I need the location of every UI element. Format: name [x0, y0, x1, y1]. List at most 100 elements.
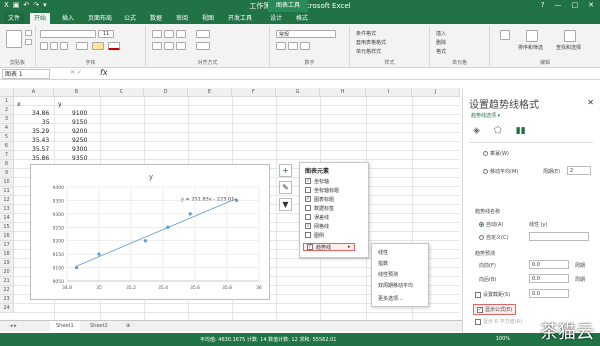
column-header[interactable]: J: [412, 88, 460, 97]
checkbox[interactable]: [305, 214, 311, 220]
align-left-icon[interactable]: [152, 42, 162, 50]
submenu-item-more-options[interactable]: 更多选项...: [378, 295, 403, 302]
find-select-label[interactable]: 查找和选择: [556, 44, 581, 51]
cell-a1[interactable]: x: [17, 101, 21, 108]
fx-icon[interactable]: fx: [100, 68, 108, 77]
tab-file[interactable]: 文件: [4, 13, 25, 24]
close-button[interactable]: ✕: [588, 1, 594, 9]
row-header[interactable]: 11: [0, 187, 14, 196]
row-header[interactable]: 6: [0, 142, 14, 151]
tab-developer[interactable]: 开发工具: [224, 13, 256, 24]
checkbox[interactable]: [475, 318, 481, 325]
new-sheet-icon[interactable]: ⊕: [120, 321, 136, 331]
sheet-tab-sheet2[interactable]: Sheet2: [84, 321, 114, 331]
row-header[interactable]: 16: [0, 232, 14, 241]
name-box[interactable]: 图表 1: [2, 69, 50, 79]
chart-area[interactable]: y y = 251.83x - 223.01 9050 9100 9150 9200 9…: [30, 164, 270, 300]
checkbox[interactable]: [305, 232, 311, 238]
menu-item-chart-title[interactable]: ✓ 图表标题: [305, 195, 334, 203]
border-icon[interactable]: [76, 42, 88, 50]
conditional-format-button[interactable]: 条件格式: [356, 30, 376, 37]
backward-input[interactable]: 0.0: [529, 274, 569, 283]
row-header[interactable]: 10: [0, 178, 14, 187]
row-header[interactable]: 23: [0, 295, 14, 304]
comma-icon[interactable]: [300, 42, 310, 50]
tab-home[interactable]: 开始: [30, 13, 51, 24]
find-select-icon[interactable]: [564, 30, 576, 42]
submenu-item-exponential[interactable]: 指数: [378, 260, 388, 267]
font-name-select[interactable]: [40, 30, 96, 38]
checkbox[interactable]: [305, 187, 311, 193]
zoom-level[interactable]: 100%: [496, 336, 510, 342]
row-header[interactable]: 19: [0, 259, 14, 268]
checkbox[interactable]: [475, 291, 481, 298]
options-bars-icon[interactable]: ▮▮: [516, 126, 526, 136]
wrap-text-icon[interactable]: [196, 30, 210, 38]
auto-name-option[interactable]: 自动(A): [479, 221, 503, 228]
checkbox[interactable]: [305, 205, 311, 211]
cell-b2[interactable]: 9100: [72, 110, 87, 117]
fill-color-icon[interactable]: [92, 42, 104, 50]
merge-center-icon[interactable]: [196, 42, 210, 50]
align-center-icon[interactable]: [164, 42, 174, 50]
row-header[interactable]: 12: [0, 196, 14, 205]
currency-icon[interactable]: [276, 42, 286, 50]
menu-item-gridlines[interactable]: ✓ 网格线: [305, 222, 329, 230]
cell-a2[interactable]: 34.86: [32, 110, 49, 117]
cell-a3[interactable]: 35: [42, 119, 50, 126]
intercept-input[interactable]: 0.0: [529, 289, 569, 298]
column-header[interactable]: C: [100, 88, 144, 97]
row-header[interactable]: 8: [0, 160, 14, 169]
menu-item-axis-titles[interactable]: 坐标轴标题: [305, 186, 339, 194]
align-right-icon[interactable]: [176, 42, 186, 50]
radio-button[interactable]: [483, 169, 488, 174]
cell-a5[interactable]: 35.43: [32, 137, 49, 144]
submenu-item-linear-forecast[interactable]: 线性预测: [378, 271, 398, 278]
checkbox[interactable]: ✓: [307, 244, 313, 250]
maximize-button[interactable]: □: [572, 1, 579, 9]
number-format-select[interactable]: 常规: [276, 30, 336, 38]
table-format-button[interactable]: 套用表格格式: [356, 39, 386, 46]
row-header[interactable]: 5: [0, 133, 14, 142]
row-header[interactable]: 1: [0, 97, 14, 106]
row-header[interactable]: 22: [0, 286, 14, 295]
sheet-tab-sheet1[interactable]: Sheet1: [50, 321, 80, 331]
row-header[interactable]: 21: [0, 277, 14, 286]
row-header[interactable]: 7: [0, 151, 14, 160]
show-r2-option[interactable]: 显示 R 平方值(R): [475, 318, 522, 325]
font-size-select[interactable]: 11: [98, 30, 114, 38]
submenu-item-moving-average[interactable]: 双周期移动平均: [378, 282, 413, 289]
cell-b4[interactable]: 9200: [72, 128, 87, 135]
close-icon[interactable]: ✕: [587, 98, 594, 107]
tab-review[interactable]: 审阅: [172, 13, 192, 24]
format-cells-button[interactable]: 格式: [436, 48, 446, 55]
power-option-label[interactable]: 乘幂(W): [483, 150, 509, 157]
chart-elements-button[interactable]: +: [279, 164, 292, 177]
period-stepper[interactable]: 2: [567, 166, 591, 175]
cell-b5[interactable]: 9250: [72, 137, 87, 144]
tab-formulas[interactable]: 公式: [120, 13, 140, 24]
select-all-corner[interactable]: [0, 88, 14, 97]
italic-icon[interactable]: [50, 42, 58, 50]
row-header[interactable]: 3: [0, 115, 14, 124]
sheet-nav-arrows[interactable]: ◂ ▸: [4, 321, 23, 331]
effects-pentagon-icon[interactable]: ⬠: [494, 126, 502, 136]
bold-icon[interactable]: [40, 42, 48, 50]
align-bottom-icon[interactable]: [176, 30, 186, 38]
forward-input[interactable]: 0.0: [529, 260, 569, 269]
cell-b6[interactable]: 9300: [72, 146, 87, 153]
font-color-icon[interactable]: [108, 42, 120, 50]
paste-icon[interactable]: [6, 30, 22, 48]
cell-a4[interactable]: 35.29: [32, 128, 49, 135]
column-header[interactable]: B: [54, 88, 100, 97]
row-header[interactable]: 20: [0, 268, 14, 277]
copy-icon[interactable]: [25, 39, 32, 45]
column-header[interactable]: H: [320, 88, 366, 97]
column-header[interactable]: D: [144, 88, 188, 97]
row-header[interactable]: 17: [0, 241, 14, 250]
cell-styles-button[interactable]: 单元格样式: [356, 48, 381, 55]
row-header[interactable]: 14: [0, 214, 14, 223]
cell-b3[interactable]: 9150: [72, 119, 87, 126]
tab-data[interactable]: 数据: [146, 13, 166, 24]
align-middle-icon[interactable]: [164, 30, 174, 38]
